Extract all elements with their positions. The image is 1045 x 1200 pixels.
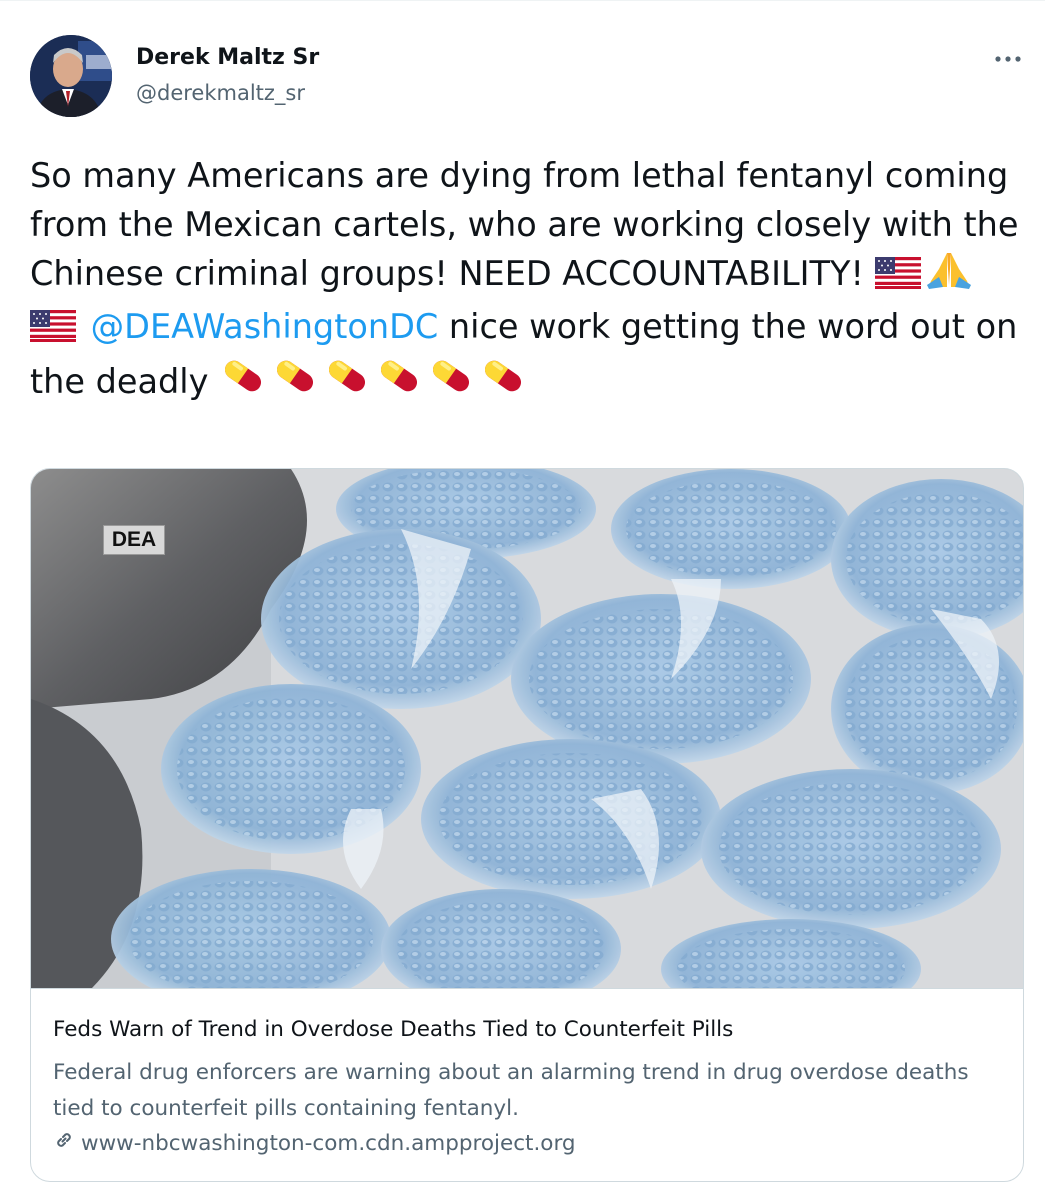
author-handle[interactable]: @derekmaltz_sr (136, 81, 305, 105)
card-domain-text: www-nbcwashington-com.cdn.ampproject.org (81, 1130, 576, 1156)
pill-icon (427, 355, 475, 410)
card-image[interactable]: DEA (31, 469, 1023, 989)
card-domain[interactable]: www-nbcwashington-com.cdn.ampproject.org (53, 1129, 576, 1157)
card-title[interactable]: Feds Warn of Trend in Overdose Deaths Ti… (53, 1017, 733, 1042)
more-options-icon[interactable] (990, 47, 1026, 71)
pill-icon (323, 355, 371, 410)
folded-hands-icon (925, 251, 973, 302)
tweet-text: So many Americans are dying from lethal … (30, 151, 1020, 410)
card-description: Federal drug enforcers are warning about… (53, 1060, 969, 1121)
tweet: Derek Maltz Sr @derekmaltz_sr So many Am… (0, 0, 1045, 1200)
us-flag-icon (30, 306, 76, 355)
avatar[interactable] (30, 35, 112, 117)
pill-emoji-group (219, 360, 531, 401)
us-flag-icon (874, 253, 921, 302)
dea-watermark: DEA (103, 525, 165, 555)
pill-icon (479, 355, 527, 410)
pill-icon (219, 355, 267, 410)
pill-icon (271, 355, 319, 410)
mention-link[interactable]: @DEAWashingtonDC (91, 307, 439, 346)
author-display-name[interactable]: Derek Maltz Sr (136, 45, 319, 70)
link-card[interactable]: DEA Feds Warn of Trend in Overdose Death… (30, 468, 1024, 1182)
tweet-text-part1: So many Americans are dying from lethal … (30, 156, 1019, 293)
link-icon (53, 1129, 75, 1157)
pill-icon (375, 355, 423, 410)
